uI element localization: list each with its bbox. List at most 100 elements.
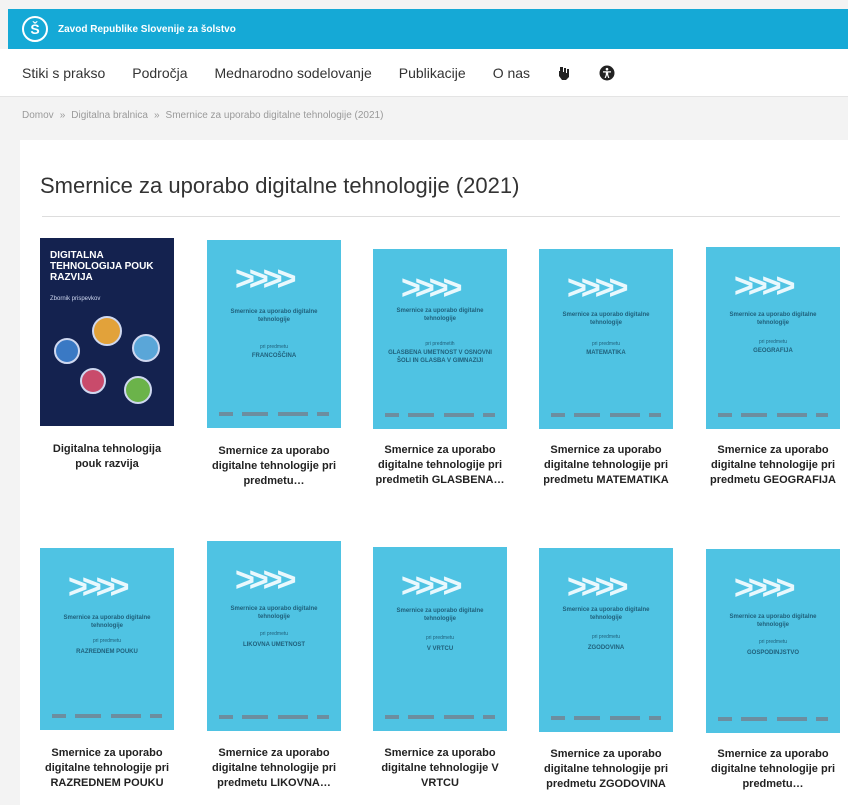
cover-illustration — [80, 368, 106, 394]
nav-item-stiki[interactable]: Stiki s prakso — [22, 65, 105, 81]
cover-subject: GEOGRAFIJA — [753, 348, 793, 354]
book-cover[interactable]: >>>> Smernice za uporabo digitalne tehno… — [207, 240, 341, 428]
book-title[interactable]: Smernice za uporabo digitalne tehnologij… — [539, 747, 673, 792]
book-cover[interactable]: >>>> Smernice za uporabo digitalne tehno… — [207, 541, 341, 731]
book-card[interactable]: >>>> Smernice za uporabo digitalne tehno… — [207, 240, 341, 489]
book-card[interactable]: DIGITALNA TEHNOLOGIJA POUK RAZVIJA Zborn… — [40, 238, 174, 472]
cover-title: Smernice za uporabo digitalne tehnologij… — [562, 607, 650, 621]
cover-logos — [219, 410, 329, 418]
cover-subject: GOSPODINJSTVO — [746, 650, 799, 656]
book-card[interactable]: >>>> Smernice za uporabo digitalne tehno… — [373, 547, 507, 791]
breadcrumb-digitalna-bralnica[interactable]: Digitalna bralnica — [71, 110, 148, 121]
cover-subtitle: pri predmetu — [92, 638, 122, 644]
book-title[interactable]: Smernice za uporabo digitalne tehnologij… — [207, 746, 341, 791]
book-title[interactable]: Smernice za uporabo digitalne tehnologij… — [539, 443, 673, 488]
cover-title: Smernice za uporabo digitalne tehnologij… — [729, 312, 817, 326]
breadcrumb-separator: » — [59, 110, 66, 121]
cover-subject: FRANCOŠČINA — [251, 353, 297, 359]
cover-title: Smernice za uporabo digitalne tehnologij… — [396, 608, 484, 622]
book-card[interactable]: >>>> Smernice za uporabo digitalne tehno… — [539, 249, 673, 488]
nav-item-podrocja[interactable]: Področja — [132, 65, 187, 81]
cover-logos — [718, 411, 828, 419]
breadcrumb-home[interactable]: Domov — [22, 110, 54, 121]
book-cover[interactable]: >>>> Smernice za uporabo digitalne tehno… — [706, 247, 840, 429]
accessibility-icon[interactable] — [599, 65, 615, 81]
cover-illustration — [54, 338, 80, 364]
book-card[interactable]: >>>> Smernice za uporabo digitalne tehno… — [40, 548, 174, 791]
arrows-graphic: >>>> — [68, 568, 129, 606]
cover-subtitle: pri predmetu — [591, 341, 621, 347]
book-cover[interactable]: DIGITALNA TEHNOLOGIJA POUK RAZVIJA Zborn… — [40, 238, 174, 426]
cover-illustration — [92, 316, 122, 346]
cover-logos — [718, 715, 828, 723]
book-title[interactable]: Smernice za uporabo digitalne tehnologij… — [706, 443, 840, 488]
cover-title: Smernice za uporabo digitalne tehnologij… — [230, 606, 318, 620]
cover-illustration — [124, 376, 152, 404]
cover-logos — [551, 714, 661, 722]
cover-subject: MATEMATIKA — [586, 350, 626, 356]
cover-title: Smernice za uporabo digitalne tehnologij… — [729, 614, 817, 628]
breadcrumb-separator: » — [153, 110, 160, 121]
book-card[interactable]: >>>> Smernice za uporabo digitalne tehno… — [539, 548, 673, 792]
cover-title: DIGITALNA TEHNOLOGIJA POUK RAZVIJA — [50, 250, 154, 283]
book-cover[interactable]: >>>> Smernice za uporabo digitalne tehno… — [539, 249, 673, 429]
book-cover[interactable]: >>>> Smernice za uporabo digitalne tehno… — [373, 547, 507, 731]
cover-title: Smernice za uporabo digitalne tehnologij… — [230, 309, 318, 323]
book-card[interactable]: >>>> Smernice za uporabo digitalne tehno… — [706, 247, 840, 488]
cover-logos — [219, 713, 329, 721]
cover-logos — [551, 411, 661, 419]
cover-subtitle: Zbornik prispevkov — [50, 296, 101, 302]
book-card[interactable]: >>>> Smernice za uporabo digitalne tehno… — [706, 549, 840, 792]
breadcrumb-current: Smernice za uporabo digitalne tehnologij… — [165, 110, 384, 121]
cover-subtitle: pri predmetu — [758, 639, 788, 645]
arrows-graphic: >>>> — [401, 269, 462, 307]
book-title[interactable]: Digitalna tehnologija pouk razvija — [40, 442, 174, 472]
cover-title: Smernice za uporabo digitalne tehnologij… — [63, 615, 151, 629]
arrows-graphic: >>>> — [567, 568, 628, 606]
book-cover[interactable]: >>>> Smernice za uporabo digitalne tehno… — [539, 548, 673, 732]
sign-language-icon[interactable] — [557, 65, 573, 81]
book-cover[interactable]: >>>> Smernice za uporabo digitalne tehno… — [40, 548, 174, 730]
cover-title: Smernice za uporabo digitalne tehnologij… — [562, 312, 650, 326]
org-name[interactable]: Zavod Republike Slovenije za šolstvo — [58, 24, 236, 35]
nav-item-publikacije[interactable]: Publikacije — [399, 65, 466, 81]
cover-logos — [52, 712, 162, 720]
cover-subtitle: pri predmetu — [591, 634, 621, 640]
book-card[interactable]: >>>> Smernice za uporabo digitalne tehno… — [373, 249, 507, 488]
cover-subject: V VRTCU — [426, 646, 454, 652]
cover-title: Smernice za uporabo digitalne tehnologij… — [396, 308, 484, 322]
nav-item-mednarodno[interactable]: Mednarodno sodelovanje — [215, 65, 372, 81]
book-title[interactable]: Smernice za uporabo digitalne tehnologij… — [373, 746, 507, 791]
arrows-graphic: >>>> — [235, 561, 296, 599]
cover-logos — [385, 411, 495, 419]
arrows-graphic: >>>> — [734, 569, 795, 607]
arrows-graphic: >>>> — [235, 260, 296, 298]
content-panel: Smernice za uporabo digitalne tehnologij… — [20, 140, 848, 805]
cover-subject: LIKOVNA UMETNOST — [242, 642, 306, 648]
book-title[interactable]: Smernice za uporabo digitalne tehnologij… — [706, 747, 840, 792]
book-cover[interactable]: >>>> Smernice za uporabo digitalne tehno… — [706, 549, 840, 733]
cover-subtitle: pri predmetu — [259, 631, 289, 637]
cover-subject: ZGODOVINA — [587, 645, 625, 651]
title-divider — [42, 216, 840, 217]
nav-item-o-nas[interactable]: O nas — [493, 65, 530, 81]
cover-subject: GLASBENA UMETNOST V OSNOVNI ŠOLI IN GLAS… — [388, 350, 492, 364]
book-title[interactable]: Smernice za uporabo digitalne tehnologij… — [207, 444, 341, 489]
cover-illustration — [132, 334, 160, 362]
cover-subtitle: pri predmetu — [425, 635, 455, 641]
arrows-graphic: >>>> — [567, 269, 628, 307]
book-card[interactable]: >>>> Smernice za uporabo digitalne tehno… — [207, 541, 341, 791]
main-nav: Stiki s prakso Področja Mednarodno sodel… — [0, 49, 848, 97]
arrows-graphic: >>>> — [401, 567, 462, 605]
zrss-logo[interactable]: Š — [22, 16, 48, 42]
cover-logos — [385, 713, 495, 721]
cover-subtitle: pri predmetu — [259, 344, 289, 350]
cover-subtitle: pri predmetih — [425, 341, 455, 347]
site-header: Š Zavod Republike Slovenije za šolstvo — [8, 9, 848, 49]
book-title[interactable]: Smernice za uporabo digitalne tehnologij… — [373, 443, 507, 488]
book-title[interactable]: Smernice za uporabo digitalne tehnologij… — [40, 746, 174, 791]
cover-subtitle: pri predmetu — [758, 339, 788, 345]
page-title: Smernice za uporabo digitalne tehnologij… — [40, 173, 520, 198]
book-cover[interactable]: >>>> Smernice za uporabo digitalne tehno… — [373, 249, 507, 429]
arrows-graphic: >>>> — [734, 267, 795, 305]
